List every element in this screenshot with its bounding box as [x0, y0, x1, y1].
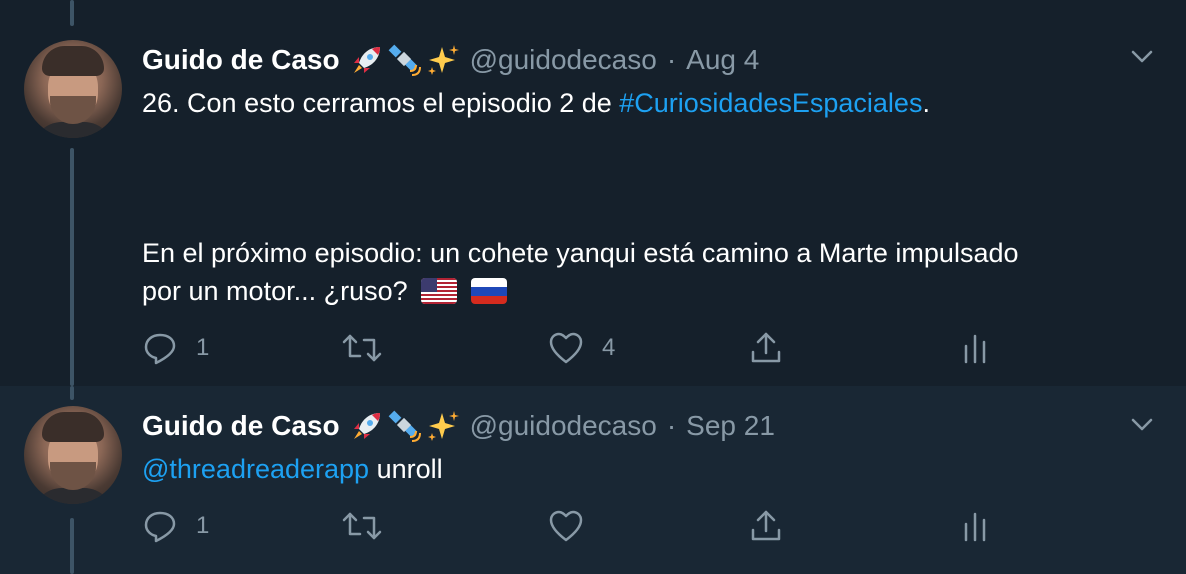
analytics-action[interactable] [960, 328, 990, 368]
share-icon[interactable] [748, 508, 784, 544]
reply-action[interactable]: 1 [142, 506, 209, 546]
tweet-actions: 1 [142, 506, 1042, 546]
tweet-date[interactable]: Aug 4 [686, 44, 759, 76]
tweet-text: @threadreaderapp unroll [142, 450, 1152, 488]
share-action[interactable] [748, 328, 784, 368]
retweet-icon[interactable] [342, 508, 382, 544]
tweet-text-part: unroll [369, 454, 443, 484]
thread-line [70, 0, 74, 26]
timeline: Guido de Caso @guidodecaso · Aug 4 26. C… [0, 0, 1186, 574]
like-icon[interactable] [548, 508, 584, 544]
chevron-down-icon[interactable] [1128, 42, 1156, 70]
author-name[interactable]: Guido de Caso [142, 44, 340, 76]
reply-count: 1 [196, 334, 210, 361]
like-icon[interactable] [548, 330, 584, 366]
name-emojis [350, 43, 460, 77]
analytics-icon[interactable] [960, 508, 990, 544]
author-handle[interactable]: @guidodecaso [470, 44, 657, 76]
retweet-action[interactable] [342, 506, 400, 546]
like-action[interactable] [548, 506, 602, 546]
separator-dot: · [666, 44, 677, 75]
reply-icon[interactable] [142, 508, 178, 544]
russia-flag-icon [470, 278, 507, 304]
thread-line [70, 518, 74, 574]
tweet-text: 26. Con esto cerramos el episodio 2 de #… [142, 84, 1152, 122]
rocket-icon [353, 413, 380, 439]
hashtag-link[interactable]: #CuriosidadesEspaciales [619, 88, 922, 118]
satellite-icon [388, 44, 421, 76]
thread-line [70, 386, 74, 400]
chevron-down-icon[interactable] [1128, 410, 1156, 438]
separator-dot: · [666, 410, 677, 441]
tweet-date[interactable]: Sep 21 [686, 410, 775, 442]
retweet-icon[interactable] [342, 330, 382, 366]
tweet-text-part: 26. Con esto cerramos el episodio 2 de [142, 88, 620, 118]
like-count: 4 [602, 334, 616, 361]
analytics-icon[interactable] [960, 330, 990, 366]
name-emojis [350, 409, 460, 443]
author-name[interactable]: Guido de Caso [142, 410, 340, 442]
avatar[interactable] [24, 406, 122, 504]
analytics-action[interactable] [960, 506, 990, 546]
tweet-text-continued: En el próximo episodio: un cohete yanqui… [142, 234, 1152, 310]
tweet[interactable]: Guido de Caso [0, 386, 1186, 574]
thread-line [70, 148, 74, 386]
author-handle[interactable]: @guidodecaso [470, 410, 657, 442]
satellite-icon [388, 410, 421, 442]
reply-action[interactable]: 1 [142, 328, 209, 368]
mention-link[interactable]: @threadreaderapp [142, 454, 369, 484]
tweet-header: Guido de Caso [142, 40, 759, 80]
tweet-text-line: En el próximo episodio: un cohete yanqui… [142, 238, 1019, 268]
rocket-icon [353, 47, 380, 73]
reply-count: 1 [196, 512, 210, 539]
us-flag-icon [421, 278, 458, 304]
share-icon[interactable] [748, 330, 784, 366]
tweet-text-line: por un motor... ¿ruso? [142, 276, 408, 306]
avatar[interactable] [24, 40, 122, 138]
like-action[interactable]: 4 [548, 328, 615, 368]
tweet-header: Guido de Caso [142, 406, 775, 446]
share-action[interactable] [748, 506, 784, 546]
tweet-actions: 1 4 [142, 328, 1042, 368]
reply-icon[interactable] [142, 330, 178, 366]
sparkles-icon [427, 45, 459, 75]
tweet-text-part: . [922, 88, 930, 118]
retweet-action[interactable] [342, 328, 400, 368]
sparkles-icon [427, 411, 459, 441]
tweet[interactable]: Guido de Caso [0, 0, 1186, 386]
